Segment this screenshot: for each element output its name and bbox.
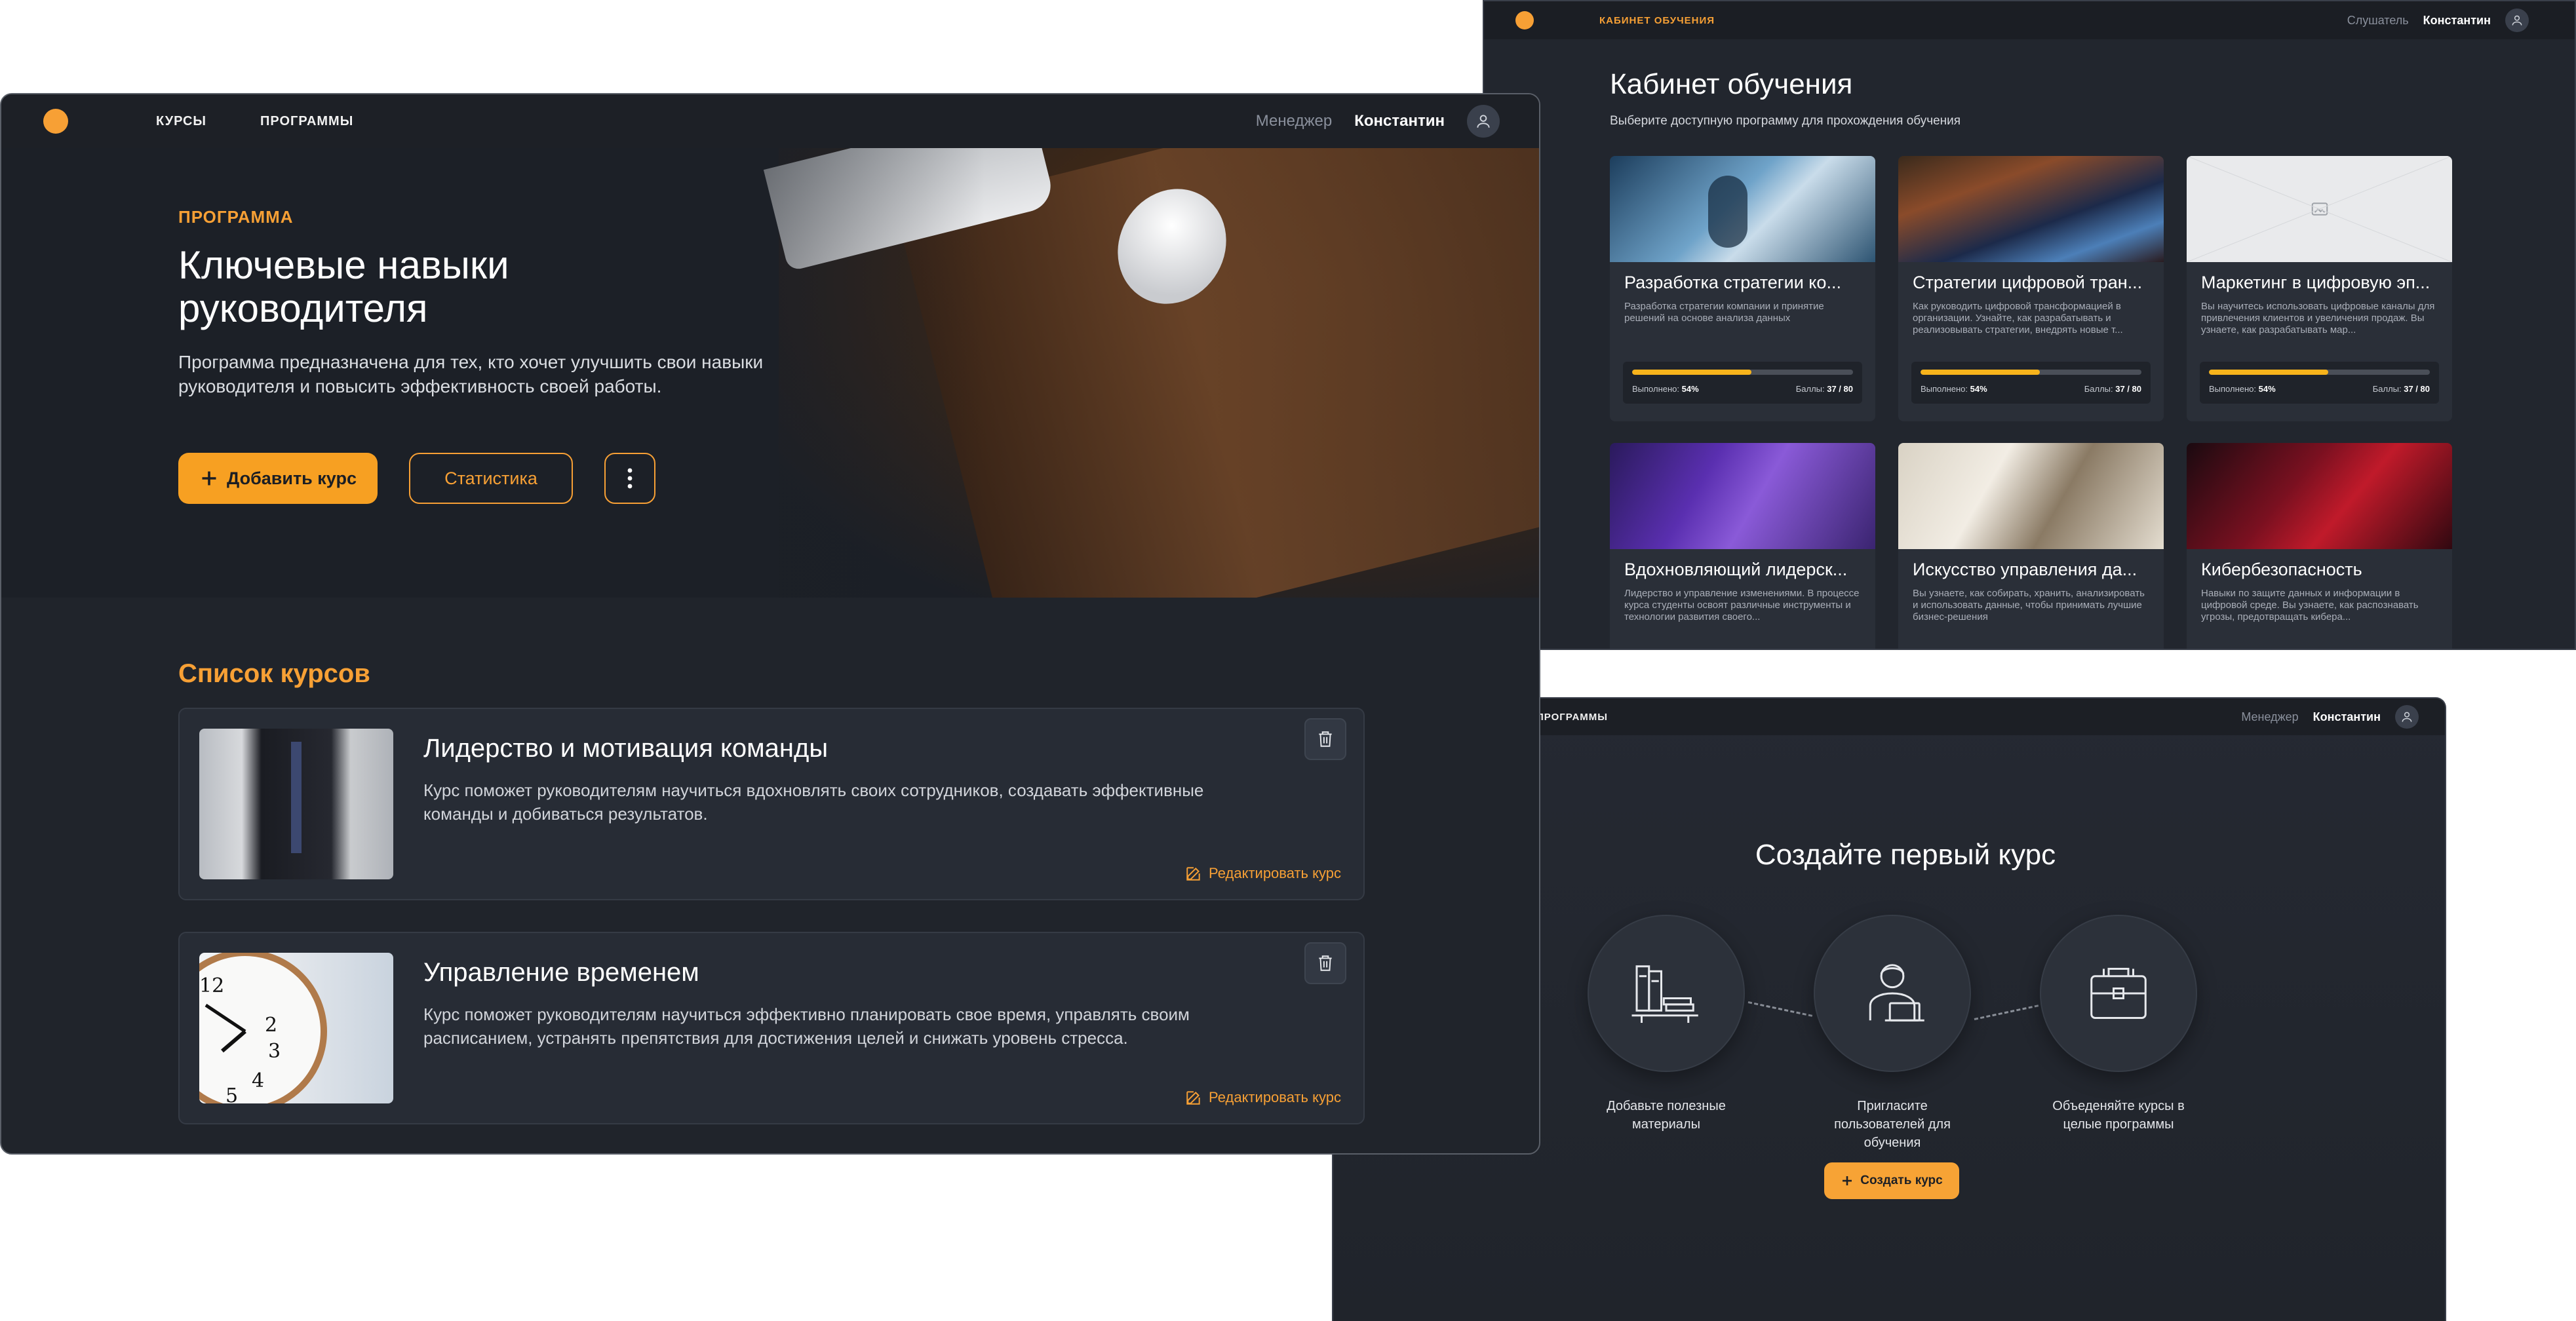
card-title: Маркетинг в цифровую эп... — [2201, 273, 2430, 292]
cabinet-topbar: Кабинет обучения Слушатель Константин — [1484, 1, 2575, 39]
edit-icon — [1186, 1091, 1200, 1105]
program-title: Ключевые навыки руководителя — [178, 243, 509, 330]
delete-course-button[interactable] — [1304, 718, 1346, 760]
svg-text:5: 5 — [225, 1084, 238, 1103]
card-description: Как руководить цифровой трансформацией в… — [1913, 301, 2123, 335]
program-topbar: Курсы Программы Менеджер Константин — [1, 94, 1539, 148]
delete-course-button[interactable] — [1304, 942, 1346, 984]
plus-icon — [202, 471, 216, 486]
program-card[interactable]: Маркетинг в цифровую эп... Вы научитесь … — [2187, 156, 2452, 421]
course-item[interactable]: Лидерство и мотивация команды Курс помож… — [178, 708, 1365, 900]
nav-programs[interactable]: Программы — [260, 114, 353, 129]
progress-fill — [1632, 370, 1751, 375]
card-image-placeholder — [2187, 156, 2452, 262]
user-avatar-icon[interactable] — [1467, 105, 1500, 138]
card-description: Вы узнаете, как собирать, хранить, анали… — [1913, 588, 2145, 622]
user-name[interactable]: Константин — [1354, 112, 1445, 130]
program-card[interactable]: Искусство управления да... Вы узнаете, к… — [1898, 443, 2164, 649]
card-title: Стратегии цифровой тран... — [1913, 273, 2143, 292]
svg-text:2: 2 — [265, 1014, 277, 1037]
step-materials: Добавьте полезные материалы — [1588, 915, 1745, 1134]
program-card[interactable]: Кибербезопасность Навыки по защите данны… — [2187, 443, 2452, 649]
role-switch[interactable]: Менеджер — [2241, 710, 2298, 724]
logo-icon[interactable] — [43, 109, 68, 134]
create-course-button[interactable]: Создать курс — [1824, 1162, 1959, 1199]
card-description: Вы научитесь использовать цифровые канал… — [2201, 301, 2435, 335]
card-title: Кибербезопасность — [2201, 560, 2362, 579]
card-progress: Выполнено: 54% Баллы: 37 / 80 — [2200, 362, 2439, 404]
more-vertical-icon — [627, 468, 633, 489]
course-description: Курс поможет руководителям научиться эфф… — [423, 1005, 1190, 1048]
step-label: Добавьте полезные материалы — [1607, 1099, 1726, 1132]
logo-icon[interactable] — [1515, 11, 1534, 29]
statistics-button[interactable]: Статистика — [409, 453, 573, 504]
course-title: Лидерство и мотивация команды — [423, 734, 829, 763]
program-description: Программа предназначена для тех, кто хоч… — [178, 352, 764, 396]
card-title: Искусство управления да... — [1913, 560, 2137, 579]
card-progress: Выполнено: 54% Баллы: 37 / 80 — [1911, 362, 2151, 404]
card-description: Навыки по защите данных и информации в ц… — [2201, 588, 2419, 622]
trash-icon — [1319, 731, 1332, 747]
svg-text:4: 4 — [252, 1069, 264, 1092]
card-title: Разработка стратегии ко... — [1624, 273, 1841, 292]
progress-fill — [1921, 370, 2040, 375]
card-image — [2187, 443, 2452, 549]
card-title: Вдохновляющий лидерск... — [1624, 560, 1848, 579]
course-item[interactable]: 12 2 3 4 5 Управление временем Курс поможет … — [178, 932, 1365, 1124]
edit-icon — [1186, 867, 1200, 881]
user-laptop-icon — [1869, 964, 1924, 1022]
step-label: Пригласите пользователей для обучения — [1834, 1099, 1951, 1150]
cabinet-subtitle: Выберите доступную программу для прохожд… — [1610, 114, 1961, 128]
card-image — [1610, 156, 1875, 262]
role-switch[interactable]: Менеджер — [1256, 112, 1332, 130]
user-avatar-icon[interactable] — [2505, 9, 2529, 32]
step-programs: Объеденяйте курсы в целые программы — [2040, 915, 2197, 1134]
program-window: Курсы Программы Менеджер Константин Прог… — [0, 93, 1540, 1155]
course-image — [199, 729, 393, 879]
step-connector — [1747, 1001, 1813, 1017]
svg-text:3: 3 — [268, 1040, 281, 1063]
more-options-button[interactable] — [604, 453, 655, 504]
nav-programs[interactable]: Программы — [1536, 712, 1608, 723]
onboarding-steps: Добавьте полезные материалы Пригласите п… — [1588, 915, 2204, 1150]
svg-text:12: 12 — [199, 974, 224, 997]
card-image — [1610, 443, 1875, 549]
briefcase-icon — [2090, 968, 2147, 1019]
user-name[interactable]: Константин — [2423, 14, 2491, 28]
add-course-button[interactable]: Добавить курс — [178, 453, 378, 504]
role-switch[interactable]: Слушатель — [2347, 14, 2409, 28]
course-title: Управление временем — [423, 958, 699, 987]
cabinet-title: Кабинет обучения — [1610, 68, 1853, 100]
nav-courses[interactable]: Курсы — [156, 114, 206, 129]
course-image: 12 2 3 4 5 — [199, 953, 393, 1103]
edit-course-link[interactable]: Редактировать курс — [1185, 865, 1341, 882]
user-avatar-icon[interactable] — [2395, 705, 2419, 729]
program-hero: Программа Ключевые навыки руководителя П… — [1, 148, 1539, 598]
card-description: Разработка стратегии компании и принятие… — [1624, 301, 1824, 324]
cabinet-brand-link[interactable]: Кабинет обучения — [1599, 15, 1715, 26]
step-label: Объеденяйте курсы в целые программы — [2052, 1099, 2185, 1132]
step-connector — [1974, 1005, 2039, 1020]
program-card[interactable]: Разработка стратегии ко... Разработка ст… — [1610, 156, 1875, 421]
books-icon — [1631, 965, 1698, 1023]
plus-icon — [1843, 1176, 1852, 1185]
program-card[interactable]: Стратегии цифровой тран... Как руководит… — [1898, 156, 2164, 421]
card-description: Лидерство и управление изменениями. В пр… — [1624, 588, 1860, 622]
hero-eyebrow: Программа — [178, 207, 294, 227]
program-grid: Разработка стратегии ко... Разработка ст… — [1610, 156, 2475, 649]
card-progress: Выполнено: 54% Баллы: 37 / 80 — [1623, 362, 1862, 404]
trash-icon — [1319, 955, 1332, 971]
course-description: Курс поможет руководителям научиться вдо… — [423, 780, 1204, 824]
step-invite: Пригласите пользователей для обучения — [1814, 915, 1971, 1152]
card-image — [1898, 156, 2164, 262]
user-name[interactable]: Константин — [2313, 710, 2381, 724]
progress-fill — [2209, 370, 2328, 375]
learning-cabinet-window: Кабинет обучения Слушатель Константин Ка… — [1483, 0, 2576, 650]
course-list-title: Список курсов — [178, 659, 370, 688]
card-image — [1898, 443, 2164, 549]
edit-course-link[interactable]: Редактировать курс — [1185, 1089, 1341, 1106]
program-card[interactable]: Вдохновляющий лидерск... Лидерство и упр… — [1610, 443, 1875, 649]
